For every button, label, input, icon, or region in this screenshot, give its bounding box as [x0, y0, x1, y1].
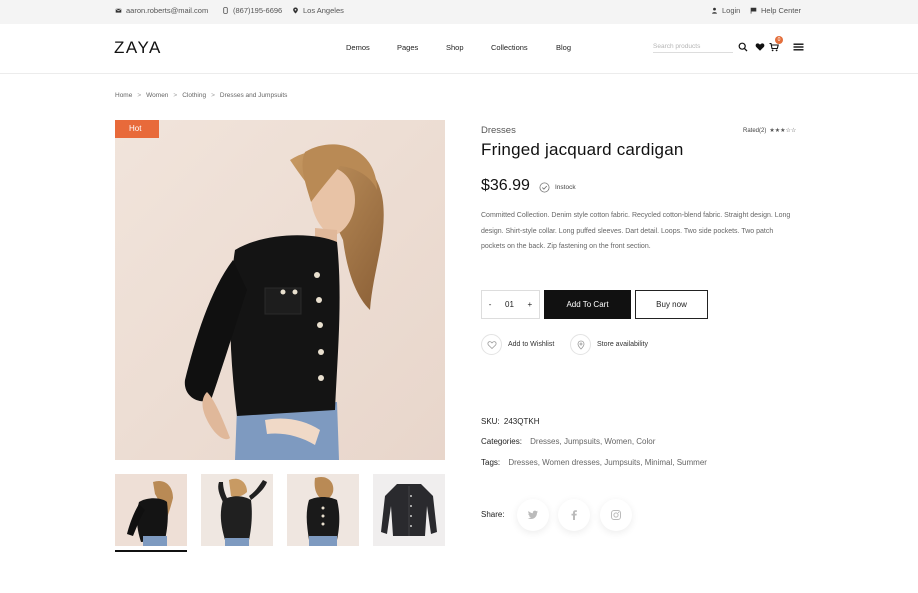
- twitter-icon: [527, 510, 538, 519]
- phone-icon: [223, 7, 228, 14]
- breadcrumb: Home > Women > Clothing > Dresses and Ju…: [115, 92, 287, 99]
- heart-outline-icon: [486, 340, 497, 349]
- cart-count-badge: 0: [775, 36, 783, 44]
- breadcrumb-separator: >: [211, 92, 215, 99]
- breadcrumb-separator: >: [173, 92, 178, 99]
- topbar-phone-text: (867)195-6696: [233, 6, 283, 15]
- topbar-email-text: aaron.roberts@mail.com: [126, 6, 209, 15]
- user-icon: [712, 7, 717, 14]
- search-input[interactable]: [653, 41, 733, 53]
- tags-value[interactable]: Dresses, Women dresses, Jumpsuits, Minim…: [508, 458, 707, 467]
- wishlist-label: Add to Wishlist: [508, 341, 555, 348]
- product-category[interactable]: Dresses: [481, 125, 516, 136]
- thumbnail-image: [287, 474, 359, 546]
- add-to-cart-button[interactable]: Add To Cart: [544, 290, 631, 319]
- stock-label: Instock: [555, 184, 576, 191]
- store-availability-label: Store availability: [597, 341, 648, 348]
- thumbnail-1[interactable]: [115, 474, 187, 546]
- tags-label: Tags:: [481, 458, 501, 467]
- topbar-location-text: Los Angeles: [303, 6, 344, 15]
- heart-icon[interactable]: [755, 42, 765, 52]
- hot-badge: Hot: [115, 120, 159, 138]
- topbar-phone[interactable]: (867)195-6696: [222, 6, 282, 15]
- thumbnail-4[interactable]: [373, 474, 445, 546]
- add-to-wishlist-link[interactable]: Add to Wishlist: [481, 334, 554, 355]
- logo[interactable]: ZAYA: [114, 38, 162, 58]
- thumbnail-image: [201, 474, 273, 546]
- help-center-link[interactable]: Help Center: [750, 6, 801, 15]
- nav-pages[interactable]: Pages: [397, 43, 418, 52]
- qty-value[interactable]: 01: [505, 300, 514, 309]
- product-price: $36.99: [481, 177, 530, 194]
- product-description: Committed Collection. Denim style cotton…: [481, 212, 791, 250]
- buy-now-button[interactable]: Buy now: [635, 290, 708, 319]
- product-rating[interactable]: Rated(2) ★★★☆☆: [743, 127, 797, 135]
- quantity-stepper[interactable]: - 01 +: [481, 290, 540, 319]
- breadcrumb-clothing[interactable]: Clothing: [182, 92, 206, 99]
- share-label: Share:: [481, 510, 505, 519]
- product-main-image[interactable]: [115, 120, 445, 460]
- topbar-email[interactable]: aaron.roberts@mail.com: [115, 6, 208, 15]
- facebook-icon: [571, 510, 577, 520]
- thumbnail-image: [115, 474, 187, 546]
- location-pin-icon: [293, 7, 298, 14]
- qty-increase-button[interactable]: +: [528, 300, 533, 309]
- login-link[interactable]: Login: [711, 6, 740, 15]
- tags-row: Tags: Dresses, Women dresses, Jumpsuits,…: [481, 458, 707, 467]
- instagram-icon: [611, 510, 621, 520]
- categories-value[interactable]: Dresses, Jumpsuits, Women, Color: [530, 437, 655, 446]
- mail-icon: [115, 8, 122, 13]
- location-pin-outline-icon: [577, 340, 584, 350]
- categories-row: Categories: Dresses, Jumpsuits, Women, C…: [481, 437, 655, 446]
- qty-decrease-button[interactable]: -: [489, 300, 492, 309]
- nav-demos[interactable]: Demos: [346, 43, 370, 52]
- thumbnail-image: [373, 474, 445, 546]
- nav-collections[interactable]: Collections: [491, 43, 528, 52]
- star-rating-icon: ★★★☆☆: [769, 128, 797, 134]
- share-instagram-button[interactable]: [600, 499, 632, 531]
- search-icon[interactable]: [738, 42, 748, 52]
- thumbnail-3[interactable]: [287, 474, 359, 546]
- categories-label: Categories:: [481, 437, 522, 446]
- product-title: Fringed jacquard cardigan: [481, 140, 684, 159]
- flag-icon: [750, 7, 757, 14]
- login-label: Login: [722, 6, 741, 15]
- share-twitter-button[interactable]: [517, 499, 549, 531]
- breadcrumb-home[interactable]: Home: [115, 92, 132, 99]
- check-circle-icon: [539, 182, 550, 193]
- menu-icon[interactable]: [793, 42, 804, 52]
- stock-status: Instock: [539, 182, 576, 193]
- store-availability-link[interactable]: Store availability: [570, 334, 648, 355]
- sku-value: 243QTKH: [503, 417, 540, 426]
- breadcrumb-separator: >: [137, 92, 142, 99]
- top-bar: aaron.roberts@mail.com (867)195-6696 Los…: [0, 0, 918, 24]
- breadcrumb-women[interactable]: Women: [146, 92, 168, 99]
- wishlist-icon-circle: [481, 334, 502, 355]
- store-icon-circle: [570, 334, 591, 355]
- nav-shop[interactable]: Shop: [446, 43, 464, 52]
- sku-row: SKU: 243QTKH: [481, 417, 539, 426]
- rated-count: Rated(2): [743, 127, 767, 134]
- nav-blog[interactable]: Blog: [556, 43, 571, 52]
- thumbnail-active-indicator: [115, 550, 187, 552]
- thumbnail-2[interactable]: [201, 474, 273, 546]
- share-facebook-button[interactable]: [558, 499, 590, 531]
- breadcrumb-current: Dresses and Jumpsuits: [219, 92, 288, 99]
- product-photo-illustration: [115, 120, 445, 460]
- sku-label: SKU:: [481, 417, 500, 426]
- site-header: ZAYA Demos Pages Shop Collections Blog 0: [0, 24, 918, 74]
- topbar-location: Los Angeles: [292, 6, 344, 15]
- help-center-label: Help Center: [761, 6, 802, 15]
